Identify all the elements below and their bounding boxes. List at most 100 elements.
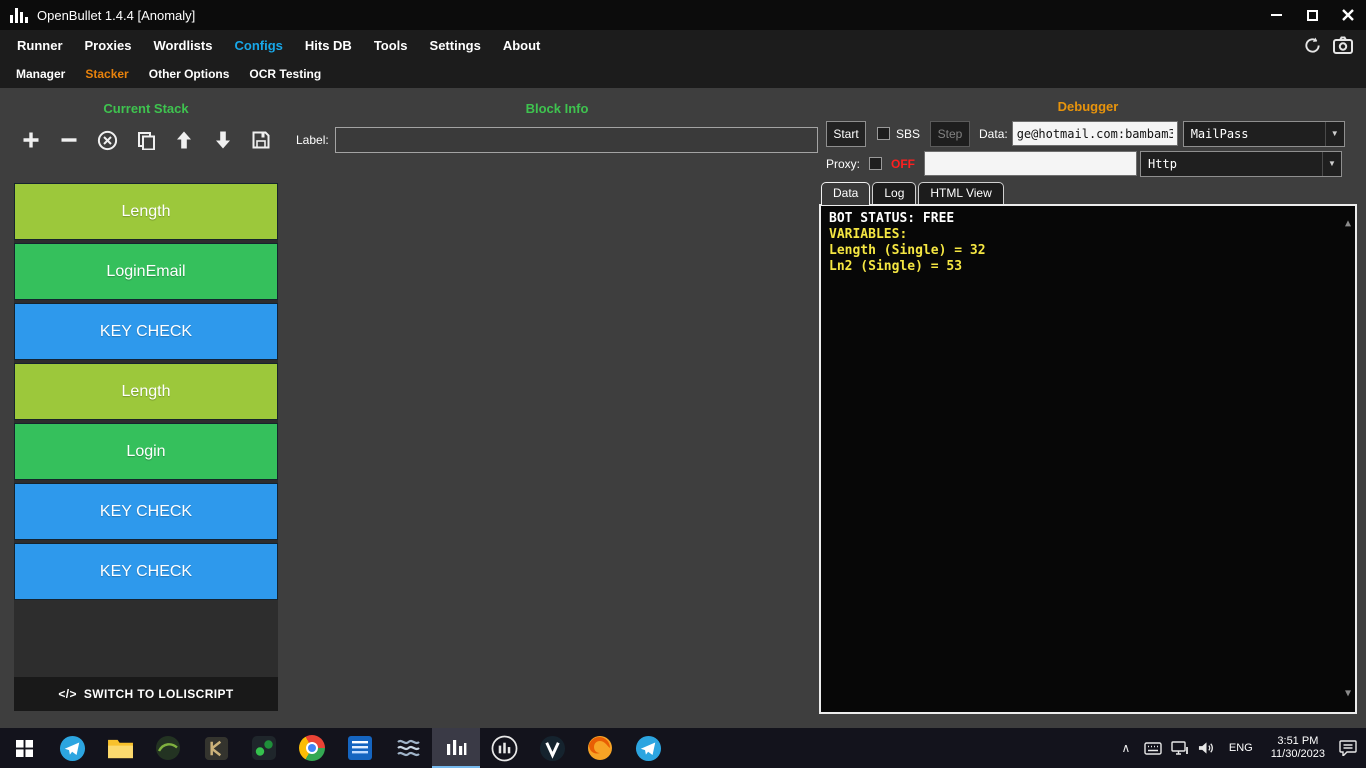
tray-clock[interactable]: 3:51 PM11/30/2023: [1265, 728, 1331, 768]
stack-block[interactable]: KEY CHECK: [14, 303, 278, 360]
stack-block[interactable]: LoginEmail: [14, 243, 278, 300]
stack-block[interactable]: KEY CHECK: [14, 543, 278, 600]
tray-touch-keyboard-icon[interactable]: [1143, 728, 1163, 768]
submenu-manager[interactable]: Manager: [6, 67, 75, 81]
taskbar-chrome-icon[interactable]: [288, 728, 336, 768]
data-label: Data:: [979, 127, 1008, 141]
stack-block[interactable]: KEY CHECK: [14, 483, 278, 540]
move-up-button[interactable]: [171, 127, 197, 153]
proxy-type-combo[interactable]: Http ▼: [1140, 151, 1342, 177]
menu-tools[interactable]: Tools: [363, 38, 419, 53]
windows-logo-icon: [16, 740, 33, 757]
maximize-button[interactable]: [1294, 0, 1330, 30]
submenu-other-options[interactable]: Other Options: [139, 67, 240, 81]
sbs-checkbox[interactable]: [877, 127, 890, 140]
menu-wordlists[interactable]: Wordlists: [142, 38, 223, 53]
maximize-icon: [1307, 10, 1318, 21]
proxy-input[interactable]: [924, 151, 1137, 176]
taskbar-app-icon[interactable]: [240, 728, 288, 768]
move-down-button[interactable]: [210, 127, 236, 153]
tray-network-icon[interactable]: [1170, 728, 1190, 768]
log-line: Ln2 (Single) = 53: [829, 259, 1335, 275]
proxy-checkbox[interactable]: [869, 157, 882, 170]
menu-hitsdb[interactable]: Hits DB: [294, 38, 363, 53]
remove-block-button[interactable]: [56, 127, 82, 153]
taskbar-app-icon[interactable]: [192, 728, 240, 768]
taskbar-openbullet-icon[interactable]: [432, 728, 480, 768]
stack-block[interactable]: Length: [14, 183, 278, 240]
switch-to-loliscript-button[interactable]: </> SWITCH TO LOLISCRIPT: [14, 677, 278, 711]
taskbar-app-icon[interactable]: [144, 728, 192, 768]
stack-block[interactable]: Length: [14, 363, 278, 420]
x-circle-icon: [97, 130, 118, 151]
log-line: BOT STATUS: FREE: [829, 211, 1335, 227]
menu-runner[interactable]: Runner: [6, 38, 74, 53]
label-caption: Label:: [296, 133, 329, 147]
submenu-ocr-testing[interactable]: OCR Testing: [239, 67, 331, 81]
stack-toolbar: [14, 124, 278, 156]
taskbar-app-icon[interactable]: [528, 728, 576, 768]
tray-date: 11/30/2023: [1271, 748, 1325, 761]
sbs-label: SBS: [896, 127, 920, 141]
debugger-output[interactable]: BOT STATUS: FREE VARIABLES: Length (Sing…: [819, 204, 1357, 714]
taskbar-openbullet-circle-icon[interactable]: [480, 728, 528, 768]
close-icon: [1342, 9, 1354, 21]
add-block-button[interactable]: [18, 127, 44, 153]
main-content: Current Stack: [0, 88, 1366, 726]
minimize-button[interactable]: [1258, 0, 1294, 30]
windows-taskbar: ∧ ENG 3:51 PM11/30/2023: [0, 728, 1366, 768]
taskbar-telegram-icon[interactable]: [624, 728, 672, 768]
taskbar-app-icon[interactable]: [384, 728, 432, 768]
taskbar-file-explorer-icon[interactable]: [96, 728, 144, 768]
titlebar: OpenBullet 1.4.4 [Anomaly]: [0, 0, 1366, 30]
tray-chevron-up-icon[interactable]: ∧: [1116, 728, 1136, 768]
debugger-tabs: Data Log HTML View: [819, 182, 1357, 204]
block-label-input[interactable]: [335, 127, 818, 153]
tab-data[interactable]: Data: [821, 182, 870, 205]
taskbar-telegram-icon[interactable]: [48, 728, 96, 768]
clone-block-button[interactable]: [133, 127, 159, 153]
stack-block-list: Length LoginEmail KEY CHECK Length Login…: [14, 183, 278, 677]
start-button[interactable]: Start: [826, 121, 866, 147]
scroll-down-icon[interactable]: ▼: [1345, 686, 1351, 702]
debugger-title: Debugger: [819, 99, 1357, 114]
proxy-type-value: Http: [1141, 157, 1322, 171]
tray-language[interactable]: ENG: [1224, 728, 1258, 768]
menu-proxies[interactable]: Proxies: [74, 38, 143, 53]
refresh-icon[interactable]: [1301, 34, 1323, 56]
menu-about[interactable]: About: [492, 38, 552, 53]
save-icon: [251, 130, 271, 150]
tab-html-view[interactable]: HTML View: [918, 182, 1003, 204]
dropdown-arrow-icon[interactable]: ▼: [1325, 122, 1344, 146]
debugger-panel: Debugger Start SBS Step Data: MailPass ▼…: [819, 88, 1357, 714]
step-button[interactable]: Step: [930, 121, 970, 147]
openbullet-window: OpenBullet 1.4.4 [Anomaly] Runner Proxie…: [0, 0, 1366, 768]
configs-submenu: Manager Stacker Other Options OCR Testin…: [0, 60, 1366, 88]
save-config-button[interactable]: [248, 127, 274, 153]
stack-block[interactable]: Login: [14, 423, 278, 480]
arrow-up-icon: [174, 130, 194, 150]
menu-configs[interactable]: Configs: [223, 38, 293, 53]
data-input[interactable]: [1012, 121, 1178, 146]
clear-stack-button[interactable]: [95, 127, 121, 153]
scroll-up-icon[interactable]: ▲: [1345, 216, 1351, 232]
proxy-status: OFF: [891, 157, 915, 171]
stack-title: Current Stack: [14, 101, 278, 116]
tab-log[interactable]: Log: [872, 182, 916, 204]
screenshot-camera-icon[interactable]: [1332, 34, 1354, 56]
taskbar-app-icon[interactable]: [576, 728, 624, 768]
wordlist-type-combo[interactable]: MailPass ▼: [1183, 121, 1345, 147]
tray-volume-icon[interactable]: [1197, 728, 1217, 768]
block-info-title: Block Info: [296, 101, 818, 116]
submenu-stacker[interactable]: Stacker: [75, 67, 138, 81]
main-menu: Runner Proxies Wordlists Configs Hits DB…: [0, 30, 1366, 60]
action-center-icon[interactable]: [1338, 728, 1358, 768]
dropdown-arrow-icon[interactable]: ▼: [1322, 152, 1341, 176]
start-button[interactable]: [0, 728, 48, 768]
taskbar-app-icon[interactable]: [336, 728, 384, 768]
debugger-row-proxy: Proxy: OFF Http ▼: [819, 150, 1357, 177]
block-info-panel: Block Info Label:: [296, 88, 818, 153]
copy-icon: [136, 130, 156, 150]
close-button[interactable]: [1330, 0, 1366, 30]
menu-settings[interactable]: Settings: [419, 38, 492, 53]
